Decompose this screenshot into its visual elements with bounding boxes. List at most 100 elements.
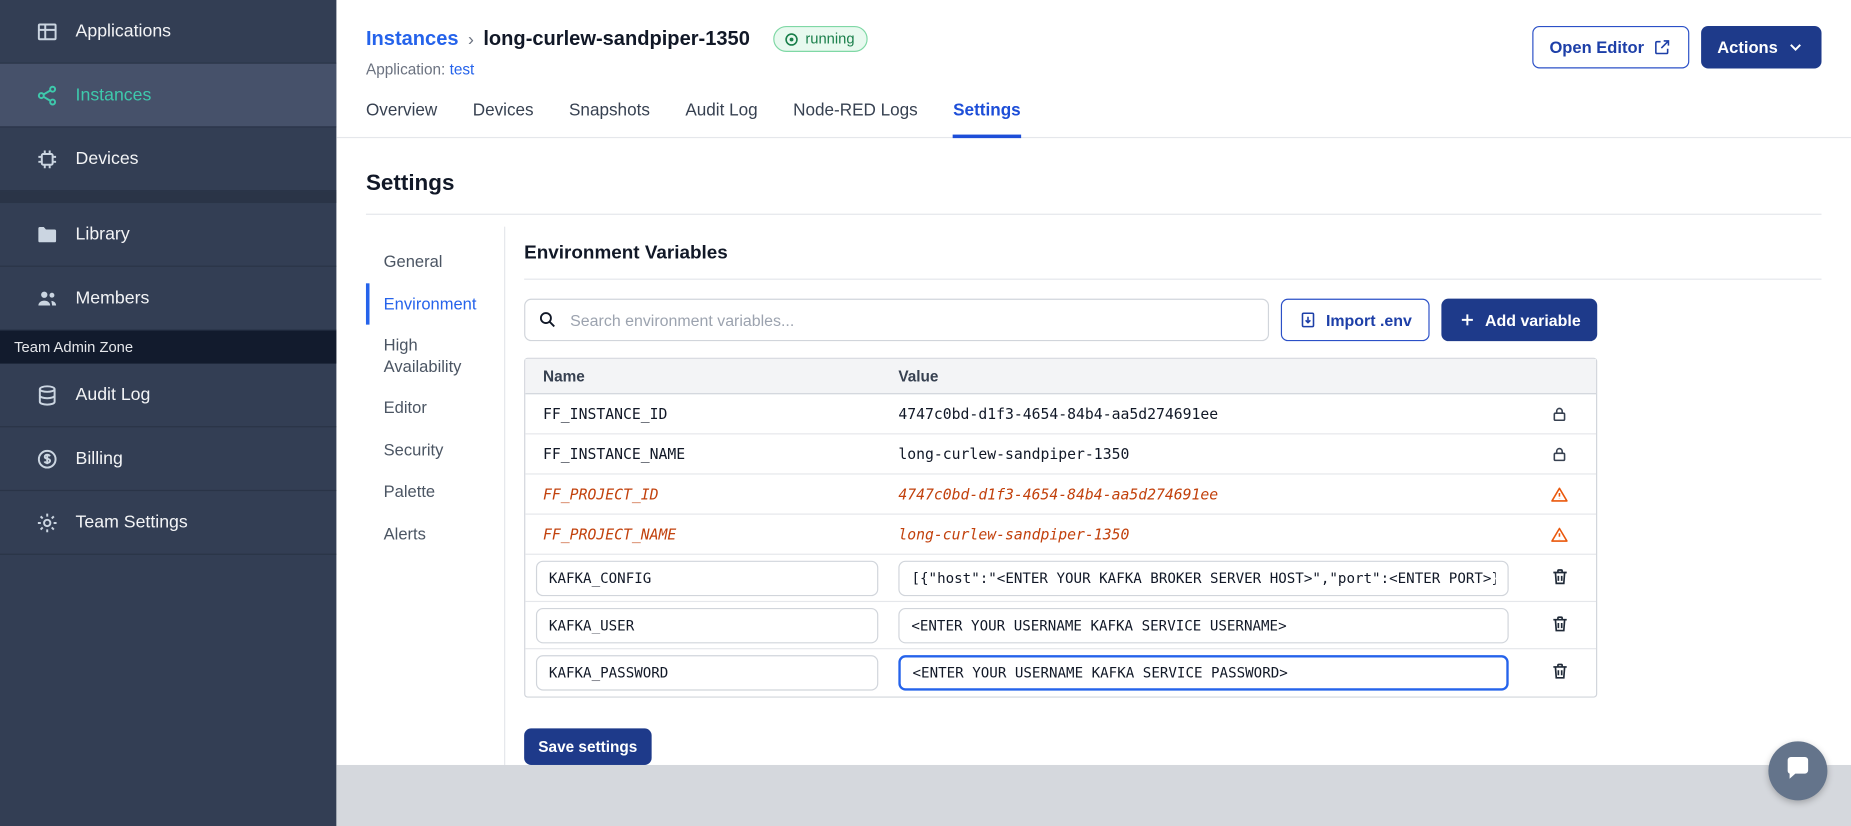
gear-icon [35, 511, 59, 535]
billing-icon [35, 447, 59, 471]
add-variable-label: Add variable [1485, 311, 1581, 329]
main-area: Instances › long-curlew-sandpiper-1350 r… [336, 0, 1851, 826]
breadcrumb-instances-link[interactable]: Instances [366, 27, 459, 51]
import-icon [1299, 310, 1318, 329]
open-editor-button[interactable]: Open Editor [1531, 25, 1689, 69]
subnav-security[interactable]: Security [366, 429, 504, 471]
sidebar-item-audit-log[interactable]: Audit Log [0, 364, 337, 428]
breadcrumb-separator: › [467, 28, 474, 49]
delete-variable-button[interactable] [1547, 564, 1572, 592]
settings-content: Settings General Environment High Availa… [336, 138, 1851, 789]
instance-tabs: Overview Devices Snapshots Audit Log Nod… [336, 78, 1851, 139]
page-header: Instances › long-curlew-sandpiper-1350 r… [336, 0, 1851, 78]
sidebar-item-label: Library [75, 224, 130, 245]
chat-icon [1783, 753, 1814, 790]
env-var-row: FF_PROJECT_NAME long-curlew-sandpiper-135… [525, 515, 1597, 555]
search-icon [537, 309, 557, 329]
breadcrumb: Instances › long-curlew-sandpiper-1350 r… [366, 25, 868, 52]
search-input[interactable] [524, 298, 1270, 342]
actions-label: Actions [1717, 37, 1778, 57]
env-variables-table: Name Value FF_INSTANCE_ID 4747c0bd-d1f3-4… [524, 357, 1598, 698]
environment-panel: Environment Variables Search environment… [524, 227, 1822, 789]
env-var-value-input[interactable] [898, 607, 1509, 643]
tab-devices[interactable]: Devices [473, 102, 534, 137]
applications-icon [35, 19, 59, 43]
env-var-value: 4747c0bd-d1f3-4654-84b4-aa5d274691ee [898, 485, 1219, 503]
settings-subnav: General Environment High Availability Ed… [365, 226, 506, 789]
subnav-high-availability[interactable]: High Availability [366, 325, 504, 388]
sidebar-item-label: Members [75, 288, 150, 309]
status-text: running [805, 30, 855, 48]
audit-log-icon [35, 383, 59, 407]
instance-name: long-curlew-sandpiper-1350 [483, 27, 750, 50]
sidebar-item-instances[interactable]: Instances [0, 63, 337, 128]
sidebar-divider [0, 191, 337, 204]
instances-icon [35, 83, 59, 107]
application-label: Application: [365, 60, 446, 78]
chevron-down-icon [1786, 38, 1805, 57]
sidebar-item-billing[interactable]: Billing [0, 427, 337, 492]
delete-variable-button[interactable] [1547, 611, 1572, 639]
env-var-row [525, 602, 1597, 650]
tab-snapshots[interactable]: Snapshots [569, 102, 650, 137]
subnav-environment[interactable]: Environment [365, 282, 504, 325]
lock-icon [1550, 404, 1569, 423]
import-env-label: Import .env [1325, 311, 1412, 329]
sidebar-item-label: Audit Log [75, 384, 151, 405]
tab-overview[interactable]: Overview [366, 102, 437, 137]
status-badge: running [773, 25, 868, 52]
settings-title: Settings [365, 171, 455, 196]
open-editor-label: Open Editor [1549, 37, 1645, 57]
environment-variables-title: Environment Variables [524, 227, 1822, 280]
page-footer [336, 764, 1851, 826]
env-var-value: long-curlew-sandpiper-1350 [898, 525, 1130, 544]
env-var-name: FF_PROJECT_ID [543, 485, 659, 503]
subnav-palette[interactable]: Palette [366, 471, 504, 513]
warning-icon [1550, 485, 1569, 504]
save-settings-button[interactable]: Save settings [524, 728, 652, 765]
chat-widget-button[interactable] [1768, 741, 1828, 801]
subnav-editor[interactable]: Editor [366, 387, 504, 429]
application-line: Application: test [366, 60, 868, 78]
sidebar-item-label: Billing [75, 448, 123, 469]
import-env-button[interactable]: Import .env [1281, 298, 1430, 342]
env-var-value-input[interactable] [898, 655, 1509, 691]
sidebar-item-applications[interactable]: Applications [0, 0, 337, 64]
env-var-name: FF_INSTANCE_NAME [543, 445, 686, 463]
members-icon [35, 286, 59, 310]
subnav-general[interactable]: General [366, 241, 504, 283]
sidebar-item-members[interactable]: Members [0, 267, 337, 331]
env-var-value: 4747c0bd-d1f3-4654-84b4-aa5d274691ee [898, 404, 1219, 423]
running-status-icon [784, 31, 799, 46]
delete-variable-button[interactable] [1547, 659, 1572, 687]
env-table-header: Name Value [525, 358, 1597, 395]
sidebar-item-library[interactable]: Library [0, 203, 337, 267]
sidebar: Applications Instances Devices Library M… [0, 0, 337, 826]
env-var-row [525, 555, 1597, 603]
team-admin-zone-label: Team Admin Zone [0, 330, 337, 364]
add-variable-button[interactable]: Add variable [1441, 298, 1598, 342]
plus-icon [1458, 310, 1477, 329]
sidebar-item-devices[interactable]: Devices [0, 127, 337, 192]
column-header-value: Value [898, 367, 939, 385]
devices-icon [35, 147, 59, 171]
tab-audit-log[interactable]: Audit Log [685, 102, 757, 137]
actions-button[interactable]: Actions [1700, 25, 1822, 69]
env-var-name-input[interactable] [535, 607, 879, 643]
tab-node-red-logs[interactable]: Node-RED Logs [793, 102, 918, 137]
env-var-name-input[interactable] [535, 655, 879, 691]
env-var-name-input[interactable] [535, 560, 879, 596]
lock-icon [1550, 444, 1569, 463]
env-var-name: FF_INSTANCE_ID [543, 404, 668, 423]
sidebar-item-label: Devices [75, 148, 139, 169]
application-link[interactable]: test [450, 60, 475, 78]
sidebar-item-team-settings[interactable]: Team Settings [0, 491, 337, 555]
subnav-alerts[interactable]: Alerts [366, 513, 504, 555]
sidebar-item-label: Applications [75, 21, 172, 42]
column-header-name: Name [543, 367, 585, 385]
env-var-row: FF_INSTANCE_NAME long-curlew-sandpiper-13… [525, 434, 1597, 475]
env-var-row [525, 649, 1596, 696]
tab-settings[interactable]: Settings [953, 102, 1021, 139]
app-window: Applications Instances Devices Library M… [0, 0, 1851, 826]
env-var-value-input[interactable] [898, 560, 1509, 596]
